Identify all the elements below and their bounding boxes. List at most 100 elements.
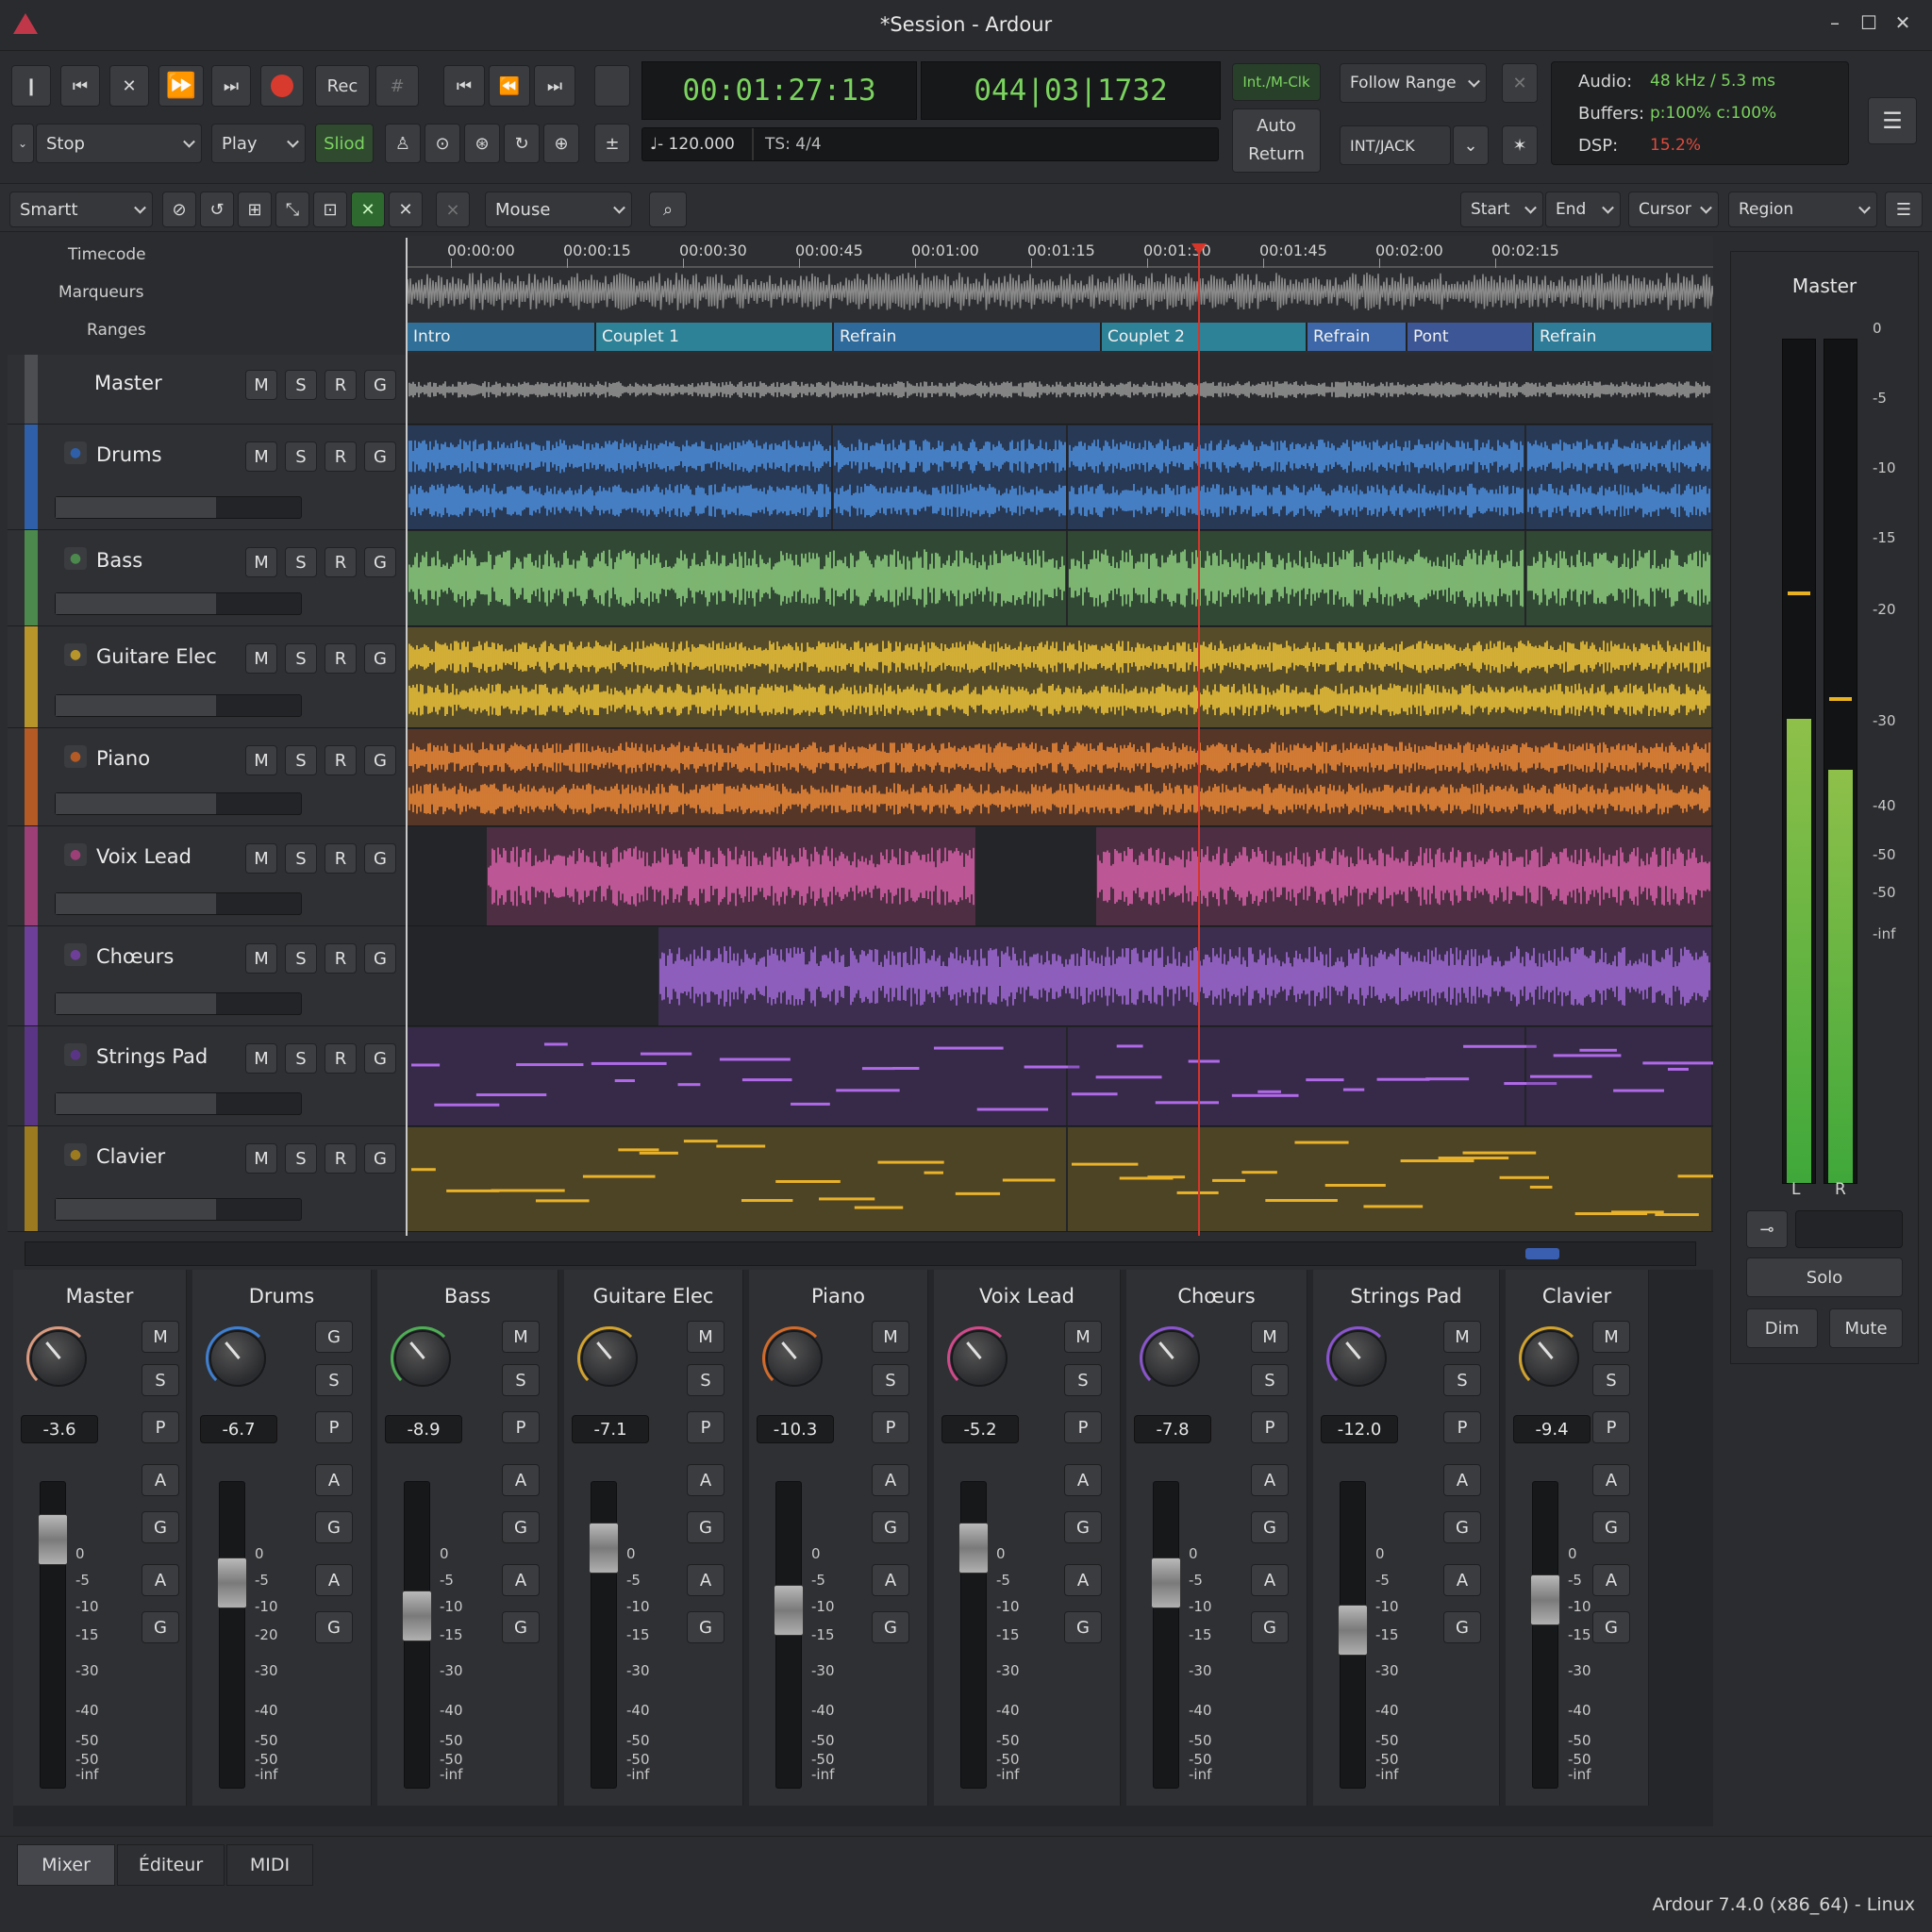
zoom-icon[interactable]: ⌕ xyxy=(649,192,687,227)
region[interactable] xyxy=(408,1127,1066,1231)
loop-icon[interactable]: ↻ xyxy=(504,124,540,163)
strip-solo-button[interactable]: S xyxy=(142,1364,179,1396)
strip-mute-button[interactable]: M xyxy=(1592,1321,1630,1353)
timeline-ruler[interactable]: 00:00:00 00:00:15 00:00:30 00:00:45 00:01:00… xyxy=(408,236,1713,353)
strip-group-button[interactable]: G xyxy=(315,1611,353,1643)
track-gain-fader[interactable] xyxy=(55,1198,302,1221)
range-marker[interactable]: Refrain xyxy=(1534,323,1713,351)
gain-fader-handle[interactable] xyxy=(589,1522,619,1574)
add-icon[interactable]: ⊕ xyxy=(543,124,579,163)
shrink-icon[interactable]: ⤡ xyxy=(275,192,309,227)
strip-mute-button[interactable]: M xyxy=(872,1321,909,1353)
dim-button[interactable]: Dim xyxy=(1746,1308,1818,1348)
gain-fader-handle[interactable] xyxy=(774,1585,804,1637)
record-arm-icon[interactable]: ● xyxy=(64,745,87,768)
pan-knob[interactable] xyxy=(206,1326,270,1391)
record-arm-icon[interactable]: ● xyxy=(64,643,87,666)
track-gain-fader[interactable] xyxy=(55,1092,302,1115)
strip-mute-button[interactable]: M xyxy=(502,1321,540,1353)
strip-automation-button[interactable]: A xyxy=(872,1464,909,1496)
track-m-button[interactable]: M xyxy=(245,370,277,400)
strip-automation-button[interactable]: A xyxy=(1064,1564,1102,1596)
clear-icon[interactable]: ✕ xyxy=(1502,63,1538,103)
strip-group-button[interactable]: G xyxy=(872,1511,909,1543)
strip-phase-button[interactable]: P xyxy=(1251,1411,1289,1443)
record-arm-icon[interactable]: ● xyxy=(64,1043,87,1066)
end-dropdown[interactable]: End xyxy=(1545,192,1621,227)
blank-button[interactable] xyxy=(594,65,630,107)
gain-value[interactable]: -5.2 xyxy=(941,1415,1019,1443)
track-header[interactable]: ● Drums M S R G xyxy=(8,425,408,530)
strip-automation-button[interactable]: A xyxy=(315,1564,353,1596)
region-dropdown[interactable]: Region xyxy=(1728,192,1877,227)
goto-end-icon[interactable]: ⏭ xyxy=(211,65,251,107)
gain-value[interactable]: -7.8 xyxy=(1134,1415,1211,1443)
strip-solo-button[interactable]: S xyxy=(1064,1364,1102,1396)
strip-solo-button[interactable]: S xyxy=(872,1364,909,1396)
track-gain-fader[interactable] xyxy=(55,592,302,615)
track-r-button[interactable]: R xyxy=(325,441,357,472)
strip-solo-button[interactable]: S xyxy=(502,1364,540,1396)
strip-group-button[interactable]: G xyxy=(502,1611,540,1643)
gain-fader-track[interactable] xyxy=(1532,1481,1558,1789)
strip-mute-button[interactable]: M xyxy=(1251,1321,1289,1353)
gain-fader-handle[interactable] xyxy=(958,1522,989,1574)
track-lane[interactable] xyxy=(408,1126,1713,1232)
edit-mode-dropdown[interactable]: Smartt xyxy=(9,192,153,227)
track-g-button[interactable]: G xyxy=(364,1143,396,1174)
pan-knob[interactable] xyxy=(391,1326,455,1391)
tempo-bar[interactable]: ♩- 120.000 TS: 4/4 xyxy=(641,127,1219,161)
stop-chevron-icon[interactable]: ⌄ xyxy=(11,124,34,163)
region[interactable] xyxy=(408,1027,1066,1125)
strip-group-button[interactable]: G xyxy=(142,1611,179,1643)
track-s-button[interactable]: S xyxy=(285,547,317,577)
stretch-icon[interactable]: ✕ xyxy=(389,192,423,227)
pan-knob[interactable] xyxy=(577,1326,641,1391)
track-m-button[interactable]: M xyxy=(245,745,277,775)
record-arm-icon[interactable]: ● xyxy=(64,547,87,570)
track-m-button[interactable]: M xyxy=(245,547,277,577)
record-arm-icon[interactable]: ● xyxy=(64,943,87,966)
strip-automation-button[interactable]: A xyxy=(1251,1564,1289,1596)
strip-automation-button[interactable]: A xyxy=(1592,1564,1630,1596)
strip-group-button[interactable]: G xyxy=(687,1611,724,1643)
region[interactable] xyxy=(408,729,1711,825)
track-header[interactable]: Master M S R G xyxy=(8,355,408,425)
track-r-button[interactable]: R xyxy=(325,843,357,874)
pan-knob[interactable] xyxy=(947,1326,1011,1391)
strip-automation-button[interactable]: A xyxy=(687,1564,724,1596)
strip-phase-button[interactable]: P xyxy=(687,1411,724,1443)
gain-value[interactable]: -12.0 xyxy=(1321,1415,1398,1443)
track-s-button[interactable]: S xyxy=(285,441,317,472)
track-r-button[interactable]: R xyxy=(325,943,357,974)
tab-mixer[interactable]: Mixer xyxy=(17,1844,115,1886)
jack-dropdown-chevron-icon[interactable]: ⌄ xyxy=(1453,125,1489,165)
track-m-button[interactable]: M xyxy=(245,441,277,472)
strip-automation-button[interactable]: A xyxy=(1443,1564,1481,1596)
play-loop-icon[interactable]: ⏩ xyxy=(158,65,204,107)
stop-dropdown[interactable]: Stop xyxy=(36,124,202,163)
track-r-button[interactable]: R xyxy=(325,1143,357,1174)
ripple-icon[interactable]: ⊛ xyxy=(464,124,500,163)
record-arm-icon[interactable]: ● xyxy=(64,1143,87,1166)
strip-solo-button[interactable]: S xyxy=(1251,1364,1289,1396)
strip-automation-button[interactable]: A xyxy=(872,1564,909,1596)
range-marker[interactable]: Couplet 1 xyxy=(596,323,834,351)
mouse-mode-dropdown[interactable]: Mouse xyxy=(485,192,632,227)
tab-editor[interactable]: Éditeur xyxy=(117,1844,225,1886)
cursor-dropdown[interactable]: Cursor xyxy=(1628,192,1719,227)
strip-automation-button[interactable]: A xyxy=(1064,1464,1102,1496)
strip-mute-button[interactable]: M xyxy=(1443,1321,1481,1353)
track-g-button[interactable]: G xyxy=(364,547,396,577)
track-s-button[interactable]: S xyxy=(285,843,317,874)
strip-solo-button[interactable]: S xyxy=(315,1364,353,1396)
strip-mute-button[interactable]: M xyxy=(1064,1321,1102,1353)
grab-icon[interactable]: ✕ xyxy=(351,192,385,227)
record-arm-icon[interactable]: ● xyxy=(64,441,87,464)
track-g-button[interactable]: G xyxy=(364,643,396,674)
close-button[interactable]: ✕ xyxy=(1889,11,1917,34)
editor-menu-icon[interactable]: ☰ xyxy=(1885,192,1923,227)
strip-automation-button[interactable]: A xyxy=(315,1464,353,1496)
gain-value[interactable]: -6.7 xyxy=(200,1415,277,1443)
start-dropdown[interactable]: Start xyxy=(1460,192,1543,227)
